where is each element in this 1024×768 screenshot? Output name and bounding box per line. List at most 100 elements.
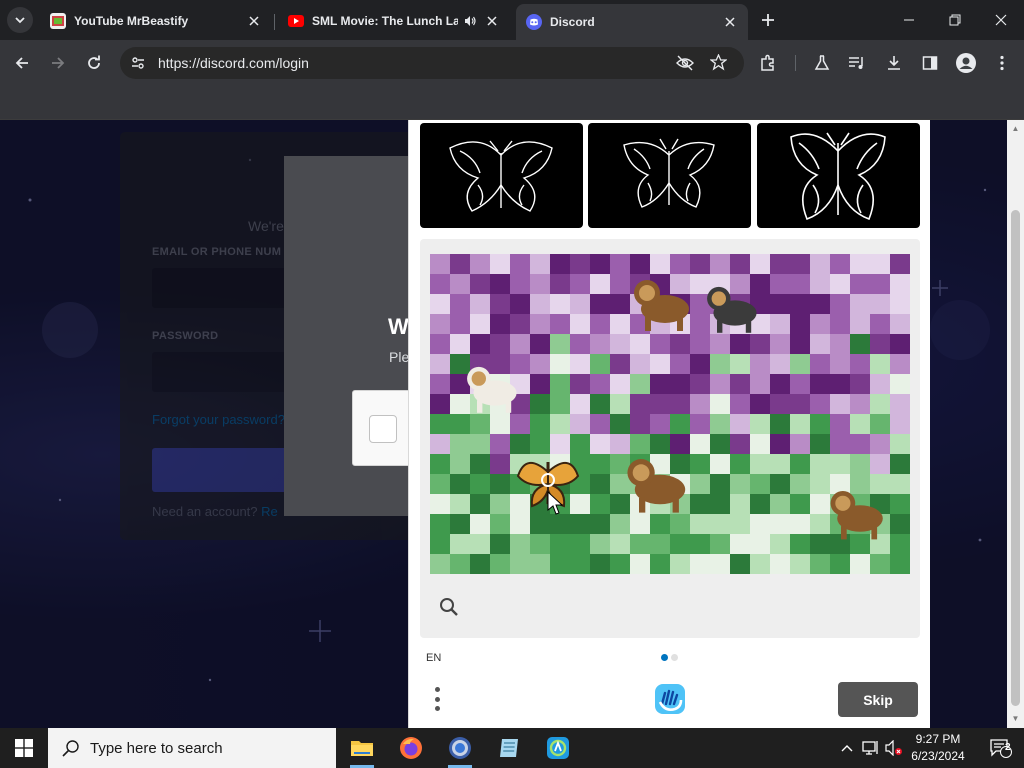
page-scrollbar[interactable]: ▲ ▼ [1007,120,1024,728]
mosaic-tile [690,534,710,554]
mosaic-tile [570,374,590,394]
scrollbar-thumb[interactable] [1011,210,1020,706]
mosaic-tile [830,374,850,394]
extensions-button[interactable] [754,49,782,77]
close-tab-icon[interactable] [484,13,500,29]
hcaptcha-logo-icon[interactable] [653,682,687,716]
profile-button[interactable] [952,49,980,77]
side-panel-button[interactable] [916,49,944,77]
mosaic-tile [590,254,610,274]
mosaic-tile [590,494,610,514]
mosaic-tile [630,334,650,354]
close-window-button[interactable] [978,0,1024,40]
mosaic-tile [890,514,910,534]
mosaic-tile [630,374,650,394]
language-selector[interactable]: EN [426,652,441,664]
file-explorer-button[interactable] [338,728,386,768]
tab-discord[interactable]: Discord [516,4,748,40]
mosaic-tile [530,254,550,274]
mosaic-tile [610,334,630,354]
mosaic-tile [590,414,610,434]
hcaptcha-checkbox-widget [352,390,412,466]
media-controls-button[interactable] [843,49,871,77]
mosaic-tile [610,274,630,294]
mosaic-tile [870,394,890,414]
site-settings-icon[interactable] [130,55,146,71]
network-button[interactable] [860,728,882,768]
chrome-icon [449,737,471,759]
mosaic-tile [430,294,450,314]
eye-off-icon[interactable] [676,55,694,71]
tab-search-button[interactable] [7,7,33,33]
volume-button[interactable] [883,728,905,768]
mosaic-tile [610,554,630,574]
mosaic-tile [570,534,590,554]
mosaic-tile [450,514,470,534]
mosaic-tile [870,314,890,334]
zoom-search-icon[interactable] [438,596,460,618]
reload-button[interactable] [80,49,108,77]
mosaic-tile [830,434,850,454]
mosaic-tile [450,414,470,434]
back-button[interactable] [8,49,36,77]
mosaic-tile [470,274,490,294]
mosaic-tile [750,394,770,414]
mosaic-tile [550,534,570,554]
challenge-menu-button[interactable] [427,684,447,714]
tab-youtube-mrbeastify[interactable]: YouTube MrBeastify [40,6,272,36]
mosaic-tile [710,454,730,474]
mosaic-tile [850,374,870,394]
address-bar[interactable]: https://discord.com/login [120,47,744,79]
mosaic-tile [430,254,450,274]
firefox-button[interactable] [387,728,435,768]
skip-button[interactable]: Skip [838,682,918,717]
pinned-app-button[interactable] [534,728,582,768]
chrome-button[interactable] [436,728,484,768]
chrome-menu-button[interactable] [988,49,1016,77]
start-button[interactable] [0,728,48,768]
taskbar-search[interactable]: Type here to search [48,728,336,768]
mosaic-tile [850,274,870,294]
tab-sml-movie[interactable]: SML Movie: The Lunch Lad [278,6,510,36]
scroll-up-icon[interactable]: ▲ [1011,124,1020,133]
human-checkbox[interactable] [369,415,397,443]
star-icon[interactable] [710,54,727,71]
restore-button[interactable] [932,0,978,40]
show-hidden-icons-button[interactable] [838,728,856,768]
speaker-muted-icon [885,740,902,756]
mosaic-tile [670,254,690,274]
mosaic-tile [890,454,910,474]
close-tab-icon[interactable] [246,13,262,29]
mosaic-tile [890,334,910,354]
downloads-button[interactable] [880,49,908,77]
mosaic-tile [570,514,590,534]
app-icon [547,737,569,759]
close-tab-icon[interactable] [722,14,738,30]
mosaic-tile [770,474,790,494]
mosaic-tile [830,354,850,374]
mosaic-tile [490,314,510,334]
mosaic-tile [470,494,490,514]
mosaic-tile [530,534,550,554]
mosaic-tile [730,554,750,574]
mosaic-tile [850,414,870,434]
mosaic-tile [750,254,770,274]
notification-center-button[interactable]: 2 [978,728,1024,768]
mosaic-tile [610,314,630,334]
mosaic-tile [510,334,530,354]
mosaic-tile [490,534,510,554]
speaker-icon[interactable] [462,13,478,29]
mosaic-tile [850,354,870,374]
notepad-app-button[interactable] [485,728,533,768]
new-tab-button[interactable] [756,8,780,32]
forward-button[interactable] [44,49,72,77]
mosaic-tile [590,514,610,534]
labs-button[interactable] [808,49,836,77]
challenge-image[interactable] [430,254,910,574]
mosaic-tile [630,414,650,434]
scroll-down-icon[interactable]: ▼ [1011,714,1020,723]
minimize-button[interactable] [886,0,932,40]
mosaic-tile [690,354,710,374]
system-clock[interactable]: 9:27 PM 6/23/2024 [904,731,972,765]
menu-dot [434,706,440,711]
